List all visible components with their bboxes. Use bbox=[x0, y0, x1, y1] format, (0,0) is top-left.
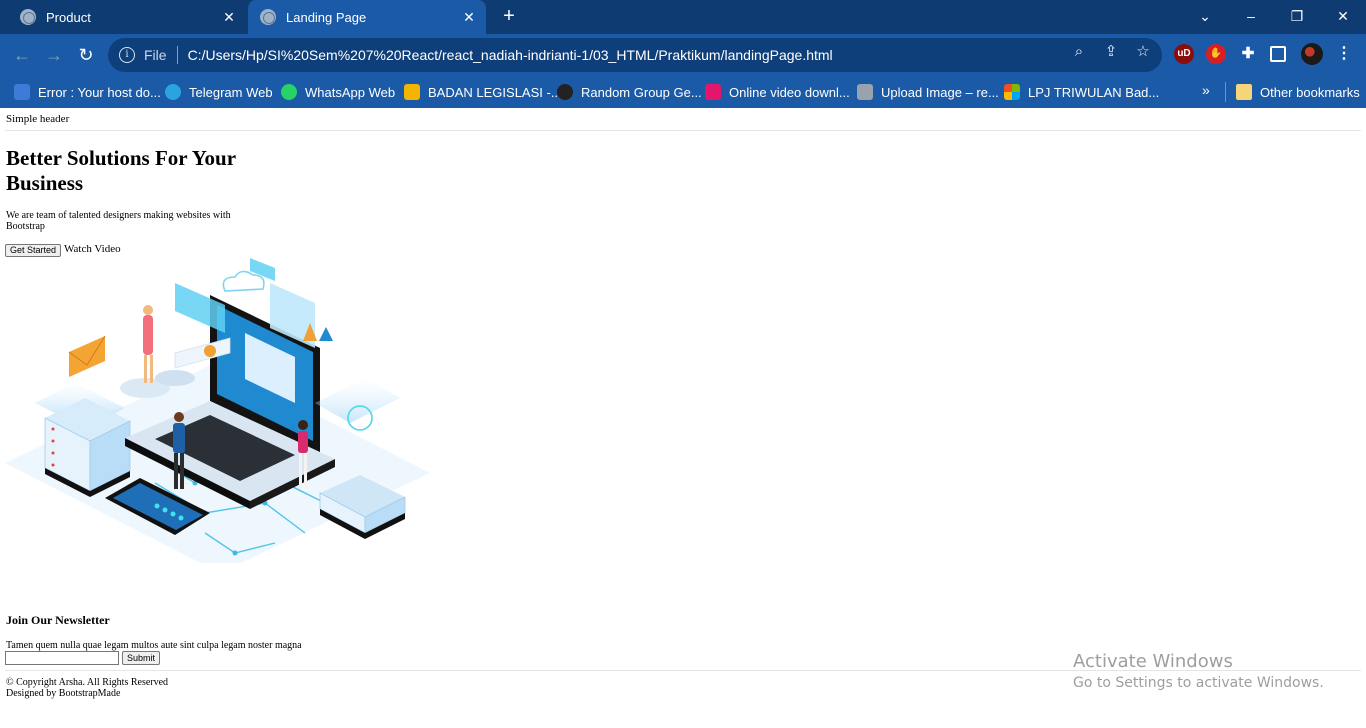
side-panel-icon[interactable] bbox=[1270, 46, 1286, 62]
google-drive-icon bbox=[404, 84, 420, 100]
designed-by-text: Designed by BootstrapMade bbox=[6, 688, 121, 699]
bookmark-label: Telegram Web bbox=[189, 84, 273, 100]
bookmark-item[interactable]: WhatsApp Web bbox=[281, 82, 395, 102]
extensions-icon[interactable]: ✚ bbox=[1238, 44, 1258, 64]
bookmark-item[interactable]: Upload Image – re... bbox=[857, 82, 999, 102]
menu-kebab-icon[interactable]: ⋮ bbox=[1334, 44, 1354, 64]
hero-title: Better Solutions For Your Business bbox=[6, 146, 236, 195]
newsletter-email-input[interactable] bbox=[5, 651, 119, 665]
globe-icon bbox=[260, 9, 276, 25]
bookmark-label: WhatsApp Web bbox=[305, 84, 396, 100]
bookmark-label: LPJ TRIWULAN Bad... bbox=[1028, 84, 1160, 100]
hero-illustration bbox=[5, 258, 430, 563]
share-icon[interactable]: ⇪ bbox=[1102, 43, 1120, 61]
bookmark-label: Upload Image – re... bbox=[881, 84, 999, 100]
tab-landing-page[interactable]: Landing Page ✕ bbox=[248, 0, 486, 34]
bookmarks-divider bbox=[1225, 82, 1226, 102]
close-icon[interactable]: ✕ bbox=[458, 9, 480, 26]
globe-icon bbox=[20, 9, 36, 25]
whatsapp-icon bbox=[281, 84, 297, 100]
tab-title: Product bbox=[46, 9, 91, 25]
newsletter-title: Join Our Newsletter bbox=[6, 613, 110, 627]
header-rule bbox=[5, 130, 1361, 131]
new-tab-button[interactable]: + bbox=[496, 4, 522, 30]
back-button[interactable]: ← bbox=[8, 41, 36, 69]
copyright-text: © Copyright Arsha. All Rights Reserved bbox=[6, 677, 169, 688]
tab-product[interactable]: Product ✕ bbox=[8, 0, 246, 34]
bookmark-label: BADAN LEGISLASI -... bbox=[428, 84, 562, 100]
bookmark-item[interactable]: Random Group Ge... bbox=[557, 82, 702, 102]
ublock-icon[interactable]: uD bbox=[1174, 44, 1194, 64]
tab-search-chevron-icon[interactable]: ⌄ bbox=[1182, 0, 1228, 34]
other-bookmarks[interactable]: Other bookmarks bbox=[1236, 82, 1360, 102]
video-download-icon bbox=[705, 84, 721, 100]
url-scheme: File bbox=[144, 47, 167, 63]
bookmarks-bar: Error : Your host do... Telegram Web Wha… bbox=[0, 76, 1366, 108]
browser-toolbar: ← → ↻ i File C:/Users/Hp/SI%20Sem%207%20… bbox=[0, 34, 1366, 76]
simple-header: Simple header bbox=[6, 113, 70, 125]
bookmark-label: Error : Your host do... bbox=[38, 84, 161, 100]
newsletter-text: Tamen quem nulla quae legam multos aute … bbox=[6, 640, 302, 651]
watermark-title: Activate Windows bbox=[1073, 651, 1233, 672]
random-group-icon bbox=[557, 84, 573, 100]
reload-button[interactable]: ↻ bbox=[72, 41, 100, 69]
close-icon[interactable]: ✕ bbox=[218, 9, 240, 26]
activate-windows-watermark: Activate Windows Go to Settings to activ… bbox=[1073, 651, 1324, 691]
folder-icon bbox=[1236, 84, 1252, 100]
bookmarks-overflow-icon[interactable]: » bbox=[1202, 82, 1210, 98]
adblock-icon[interactable]: ✋ bbox=[1206, 44, 1226, 64]
info-icon[interactable]: i bbox=[119, 47, 135, 63]
minimize-button[interactable]: – bbox=[1228, 0, 1274, 34]
forward-button[interactable]: → bbox=[40, 41, 68, 69]
address-bar[interactable]: i File C:/Users/Hp/SI%20Sem%207%20React/… bbox=[108, 38, 1162, 72]
submit-button[interactable]: Submit bbox=[122, 651, 161, 665]
star-icon[interactable]: ☆ bbox=[1134, 43, 1152, 61]
vmw-icon bbox=[14, 84, 30, 100]
close-window-button[interactable]: ✕ bbox=[1320, 0, 1366, 34]
other-bookmarks-label: Other bookmarks bbox=[1260, 84, 1360, 100]
hero-subtitle: We are team of talented designers making… bbox=[6, 210, 231, 232]
bookmark-item[interactable]: LPJ TRIWULAN Bad... bbox=[1004, 82, 1159, 102]
tab-strip: Product ✕ Landing Page ✕ + ⌄ – ❐ ✕ bbox=[0, 0, 1366, 34]
bookmark-item[interactable]: Error : Your host do... bbox=[14, 82, 161, 102]
avatar[interactable] bbox=[1301, 43, 1323, 65]
page-content: Simple header Better Solutions For Your … bbox=[0, 108, 1366, 728]
bookmark-item[interactable]: BADAN LEGISLASI -... bbox=[404, 82, 562, 102]
url-text[interactable]: C:/Users/Hp/SI%20Sem%207%20React/react_n… bbox=[188, 47, 833, 63]
bookmark-item[interactable]: Telegram Web bbox=[165, 82, 273, 102]
omnibox-divider bbox=[176, 46, 178, 64]
bookmark-label: Online video downl... bbox=[729, 84, 850, 100]
watermark-subtitle: Go to Settings to activate Windows. bbox=[1073, 675, 1324, 691]
zoom-icon[interactable]: ⌕ bbox=[1070, 43, 1088, 61]
bookmark-item[interactable]: Online video downl... bbox=[705, 82, 850, 102]
telegram-icon bbox=[165, 84, 181, 100]
upload-image-icon bbox=[857, 84, 873, 100]
restore-button[interactable]: ❐ bbox=[1274, 0, 1320, 34]
bookmark-label: Random Group Ge... bbox=[581, 84, 702, 100]
tab-title: Landing Page bbox=[286, 9, 367, 25]
microsoft-icon bbox=[1004, 84, 1020, 100]
